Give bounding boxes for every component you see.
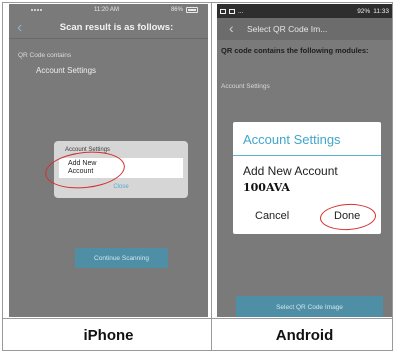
android-screen: ... 92% 11:33 ‹ Select QR Code Im... QR … [217,4,392,317]
ios-status-time: 11:20 AM [94,7,119,13]
android-add-account-option[interactable]: Add New Account [243,164,338,178]
android-battery-percent: 92% [357,7,371,15]
android-qr-value: Account Settings [221,83,270,90]
iphone-screen: 11:20 AM 86% ‹ Scan result is as follows… [9,4,208,317]
android-nav-bar: ‹ Select QR Code Im... [217,18,392,40]
android-status-time: 11:33 [373,7,389,15]
android-account-value: 100AVA [243,181,290,194]
ios-status-bar: 11:20 AM 86% [9,4,208,16]
signal-icon [31,9,42,11]
android-dialog: Account Settings Add New Account 100AVA … [233,122,381,234]
chevron-left-icon[interactable]: ‹ [17,20,31,36]
select-qr-image-button[interactable]: Select QR Code Image [236,296,383,317]
ios-nav-bar: ‹ Scan result is as follows: [9,17,208,39]
notification-icons: ... [220,8,243,15]
android-page-title: Select QR Code Im... [247,24,328,34]
ios-page-title: Scan result is as follows: [59,22,174,33]
panel-divider [211,2,212,351]
android-qr-label: QR code contains the following modules: [221,46,369,55]
continue-scanning-button[interactable]: Continue Scanning [75,248,168,268]
iphone-caption: iPhone [83,327,134,344]
caption-divider [2,318,393,319]
ios-qr-value: Account Settings [36,66,97,75]
android-status-bar: ... 92% 11:33 [217,4,392,18]
battery-icon: 86% [171,7,198,13]
dialog-divider [233,155,381,156]
ios-battery-percent: 86% [170,7,183,13]
highlight-circle [319,202,377,232]
cancel-button[interactable]: Cancel [255,210,289,222]
chevron-left-icon[interactable]: ‹ [229,21,234,35]
android-dialog-title: Account Settings [243,132,341,147]
android-caption: Android [275,327,334,344]
ios-qr-label: QR Code contains [18,52,72,59]
